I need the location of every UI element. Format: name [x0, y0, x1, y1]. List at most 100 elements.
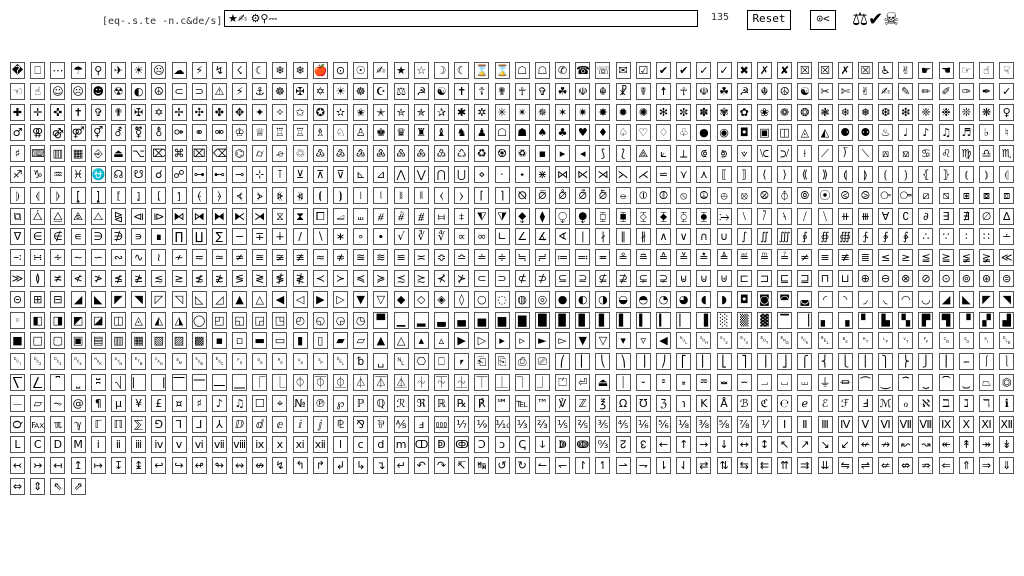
glyph-key[interactable]: ▧ — [151, 332, 167, 350]
glyph-key[interactable]: Ⅻ — [999, 415, 1015, 433]
glyph-key[interactable]: ℴ — [898, 394, 914, 412]
glyph-key[interactable]: ⅰ — [90, 436, 106, 454]
glyph-key[interactable]: ↝ — [918, 436, 934, 454]
glyph-key[interactable]: ☇ — [232, 62, 248, 79]
glyph-key[interactable]: ◤ — [110, 290, 126, 308]
glyph-key[interactable]: ℝ — [433, 394, 449, 412]
glyph-key[interactable]: ♯ — [191, 394, 207, 412]
glyph-key[interactable]: ⧡ — [333, 207, 348, 225]
glyph-key[interactable]: ␋ — [898, 332, 914, 350]
glyph-key[interactable]: ≔ — [555, 249, 571, 267]
glyph-key[interactable]: ⧍ — [90, 207, 106, 225]
glyph-key[interactable]: ♗ — [312, 124, 328, 142]
glyph-key[interactable]: ∠ — [514, 228, 530, 246]
glyph-key[interactable]: ♪ — [918, 124, 934, 142]
glyph-key[interactable]: ⧁ — [857, 186, 873, 204]
glyph-key[interactable]: ≉ — [333, 249, 348, 267]
glyph-key[interactable]: ✍ — [373, 62, 389, 79]
glyph-key[interactable]: ⧣ — [373, 207, 389, 225]
glyph-key[interactable]: ∑ — [211, 228, 227, 246]
glyph-key[interactable]: Ↄ — [474, 436, 490, 454]
glyph-key[interactable]: ⦈ — [10, 186, 25, 204]
glyph-key[interactable]: ◪ — [90, 311, 106, 329]
glyph-key[interactable]: ≐ — [474, 249, 490, 267]
glyph-key[interactable]: ♝ — [433, 124, 449, 142]
glyph-key[interactable]: ⅁ — [151, 415, 167, 433]
glyph-key[interactable]: ☺ — [50, 82, 66, 100]
glyph-key[interactable]: ≷ — [252, 269, 268, 287]
glyph-key[interactable]: ✮ — [393, 103, 409, 121]
glyph-key[interactable]: ♏ — [999, 145, 1015, 163]
glyph-key[interactable]: ⧵ — [736, 207, 752, 225]
glyph-key[interactable]: ⦾ — [797, 186, 813, 204]
glyph-key[interactable]: ⚈ — [837, 124, 853, 142]
glyph-key[interactable]: ⅇ — [272, 415, 288, 433]
glyph-key[interactable]: ≄ — [232, 249, 248, 267]
glyph-key[interactable]: √ — [393, 228, 409, 246]
glyph-key[interactable]: ⧳ — [696, 207, 712, 225]
glyph-key[interactable]: ⅚ — [656, 415, 671, 433]
glyph-key[interactable]: ⊙ — [938, 269, 954, 287]
glyph-key[interactable]: ♥ — [575, 124, 591, 142]
glyph-key[interactable]: ⎡ — [676, 353, 692, 371]
glyph-key[interactable]: ⋅ — [494, 165, 510, 183]
glyph-key[interactable]: ⧂ — [878, 186, 894, 204]
glyph-key[interactable]: ✥ — [232, 103, 248, 121]
glyph-key[interactable]: ⚥ — [90, 124, 106, 142]
glyph-key[interactable]: ∾ — [110, 249, 126, 267]
glyph-key[interactable]: ≲ — [151, 269, 167, 287]
glyph-key[interactable]: ⟂ — [676, 145, 692, 163]
glyph-key[interactable]: ▾ — [615, 332, 631, 350]
glyph-key[interactable]: ∗ — [333, 228, 348, 246]
glyph-key[interactable]: ▖ — [817, 311, 833, 329]
glyph-key[interactable]: ≼ — [353, 269, 369, 287]
glyph-key[interactable]: ⧢ — [353, 207, 369, 225]
glyph-key[interactable]: ␞ — [272, 353, 288, 371]
glyph-key[interactable]: ⧼ — [433, 186, 449, 204]
glyph-key[interactable]: ⧪ — [514, 207, 530, 225]
glyph-key[interactable]: ⎤ — [736, 353, 752, 371]
glyph-key[interactable]: Ω — [615, 394, 631, 412]
glyph-key[interactable]: ⏑ — [635, 373, 651, 391]
glyph-key[interactable]: ℯ — [797, 394, 813, 412]
glyph-key[interactable]: ⊍ — [696, 269, 712, 287]
glyph-key[interactable]: ♀ — [999, 103, 1015, 121]
glyph-key[interactable]: ⚠ — [211, 82, 227, 100]
glyph-key[interactable]: ☎ — [575, 62, 591, 79]
glyph-key[interactable]: ⊓ — [817, 269, 833, 287]
glyph-key[interactable]: ♢ — [656, 124, 671, 142]
glyph-key[interactable]: ⇇ — [756, 457, 772, 475]
glyph-key[interactable]: ␙ — [171, 353, 187, 371]
glyph-key[interactable]: ℚ — [373, 394, 389, 412]
glyph-key[interactable]: ♽ — [514, 145, 530, 163]
glyph-key[interactable]: Ⅴ — [857, 415, 873, 433]
glyph-key[interactable]: ⊐ — [756, 269, 772, 287]
glyph-key[interactable]: ⊌ — [676, 269, 692, 287]
glyph-key[interactable]: ↻ — [514, 457, 530, 475]
glyph-key[interactable]: ∹ — [10, 249, 25, 267]
glyph-key[interactable]: ℾ — [90, 415, 106, 433]
glyph-key[interactable]: ⦌ — [90, 186, 106, 204]
glyph-key[interactable]: ✾ — [716, 103, 732, 121]
glyph-key[interactable]: ⟫ — [817, 165, 833, 183]
glyph-key[interactable]: ∖ — [312, 228, 328, 246]
glyph-key[interactable]: ␗ — [131, 353, 147, 371]
glyph-key[interactable]: ○ — [474, 290, 490, 308]
glyph-key[interactable]: ✖ — [736, 62, 752, 79]
glyph-key[interactable]: ℭ — [756, 394, 772, 412]
glyph-key[interactable]: ∯ — [817, 228, 833, 246]
glyph-key[interactable]: ⊼ — [312, 165, 328, 183]
glyph-key[interactable]: ⎢ — [696, 353, 712, 371]
glyph-key[interactable]: ∊ — [70, 228, 86, 246]
glyph-key[interactable]: ☧ — [615, 82, 631, 100]
glyph-key[interactable]: − — [232, 228, 248, 246]
glyph-key[interactable]: ◷ — [353, 311, 369, 329]
glyph-key[interactable]: ⟍ — [857, 145, 873, 163]
glyph-key[interactable]: ▒ — [736, 311, 752, 329]
glyph-key[interactable]: ♕ — [252, 124, 268, 142]
glyph-key[interactable]: ♮ — [999, 124, 1015, 142]
glyph-key[interactable]: ⚡ — [232, 82, 248, 100]
glyph-key[interactable]: ⟪ — [797, 165, 813, 183]
glyph-key[interactable]: ◊ — [454, 290, 470, 308]
glyph-key[interactable]: ↧ — [110, 457, 126, 475]
